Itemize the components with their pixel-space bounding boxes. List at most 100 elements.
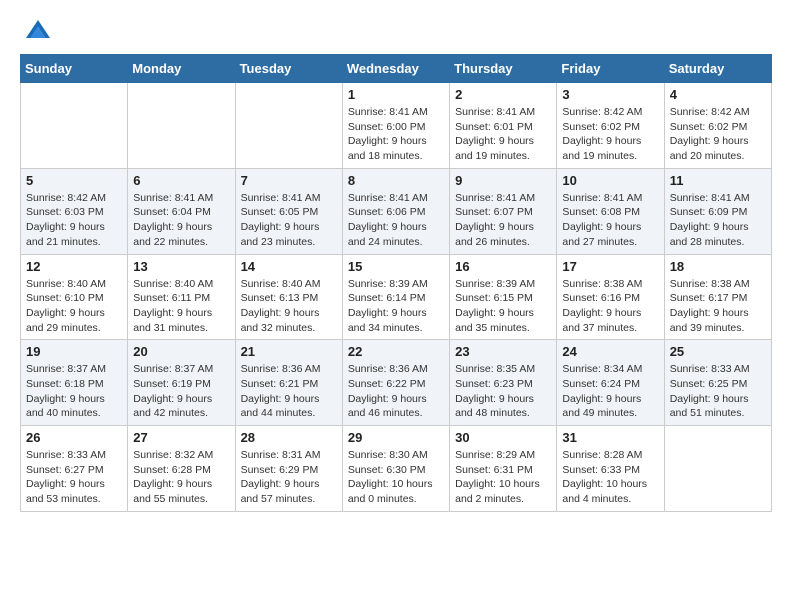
day-number: 16 xyxy=(455,259,551,274)
cell-text: Sunrise: 8:41 AM Sunset: 6:07 PM Dayligh… xyxy=(455,191,551,250)
cell-text: Sunrise: 8:41 AM Sunset: 6:08 PM Dayligh… xyxy=(562,191,658,250)
cell-text: Sunrise: 8:41 AM Sunset: 6:09 PM Dayligh… xyxy=(670,191,766,250)
day-number: 22 xyxy=(348,344,444,359)
day-number: 28 xyxy=(241,430,337,445)
day-number: 19 xyxy=(26,344,122,359)
calendar-cell: 21 Sunrise: 8:36 AM Sunset: 6:21 PM Dayli… xyxy=(235,340,342,426)
day-number: 14 xyxy=(241,259,337,274)
calendar-cell: 9 Sunrise: 8:41 AM Sunset: 6:07 PM Daylig… xyxy=(450,168,557,254)
calendar-cell: 6 Sunrise: 8:41 AM Sunset: 6:04 PM Daylig… xyxy=(128,168,235,254)
calendar-cell: 26Sunrise: 8:33 AM Sunset: 6:27 PM Dayli… xyxy=(21,426,128,512)
day-number: 17 xyxy=(562,259,658,274)
day-number: 21 xyxy=(241,344,337,359)
cell-text: Sunrise: 8:29 AM Sunset: 6:31 PM Dayligh… xyxy=(455,448,551,507)
cell-text: Sunrise: 8:39 AM Sunset: 6:15 PM Dayligh… xyxy=(455,277,551,336)
calendar-cell xyxy=(128,83,235,169)
calendar-cell: 7Sunrise: 8:41 AM Sunset: 6:05 PM Daylig… xyxy=(235,168,342,254)
calendar-cell: 31 Sunrise: 8:28 AM Sunset: 6:33 PM Dayli… xyxy=(557,426,664,512)
cell-text: Sunrise: 8:36 AM Sunset: 6:21 PM Dayligh… xyxy=(241,362,337,421)
day-number: 13 xyxy=(133,259,229,274)
calendar-cell: 18 Sunrise: 8:38 AM Sunset: 6:17 PM Dayli… xyxy=(664,254,771,340)
day-number: 23 xyxy=(455,344,551,359)
cell-text: Sunrise: 8:31 AM Sunset: 6:29 PM Dayligh… xyxy=(241,448,337,507)
weekday-header-thursday: Thursday xyxy=(450,55,557,83)
calendar-cell: 3 Sunrise: 8:42 AM Sunset: 6:02 PM Daylig… xyxy=(557,83,664,169)
logo-icon xyxy=(24,16,52,44)
calendar-cell xyxy=(664,426,771,512)
day-number: 1 xyxy=(348,87,444,102)
calendar-cell: 12Sunrise: 8:40 AM Sunset: 6:10 PM Dayli… xyxy=(21,254,128,340)
day-number: 5 xyxy=(26,173,122,188)
day-number: 3 xyxy=(562,87,658,102)
day-number: 20 xyxy=(133,344,229,359)
calendar-cell: 19Sunrise: 8:37 AM Sunset: 6:18 PM Dayli… xyxy=(21,340,128,426)
header-area xyxy=(20,16,772,44)
weekday-header-monday: Monday xyxy=(128,55,235,83)
cell-text: Sunrise: 8:36 AM Sunset: 6:22 PM Dayligh… xyxy=(348,362,444,421)
day-number: 10 xyxy=(562,173,658,188)
calendar-table: SundayMondayTuesdayWednesdayThursdayFrid… xyxy=(20,54,772,512)
calendar-cell: 4 Sunrise: 8:42 AM Sunset: 6:02 PM Daylig… xyxy=(664,83,771,169)
cell-text: Sunrise: 8:38 AM Sunset: 6:16 PM Dayligh… xyxy=(562,277,658,336)
cell-text: Sunrise: 8:41 AM Sunset: 6:01 PM Dayligh… xyxy=(455,105,551,164)
cell-text: Sunrise: 8:28 AM Sunset: 6:33 PM Dayligh… xyxy=(562,448,658,507)
cell-text: Sunrise: 8:41 AM Sunset: 6:06 PM Dayligh… xyxy=(348,191,444,250)
day-number: 31 xyxy=(562,430,658,445)
day-number: 6 xyxy=(133,173,229,188)
day-number: 27 xyxy=(133,430,229,445)
calendar-cell: 24Sunrise: 8:34 AM Sunset: 6:24 PM Dayli… xyxy=(557,340,664,426)
day-number: 4 xyxy=(670,87,766,102)
week-row-5: 26Sunrise: 8:33 AM Sunset: 6:27 PM Dayli… xyxy=(21,426,772,512)
cell-text: Sunrise: 8:42 AM Sunset: 6:03 PM Dayligh… xyxy=(26,191,122,250)
calendar-cell: 27 Sunrise: 8:32 AM Sunset: 6:28 PM Dayli… xyxy=(128,426,235,512)
day-number: 2 xyxy=(455,87,551,102)
day-number: 24 xyxy=(562,344,658,359)
cell-text: Sunrise: 8:42 AM Sunset: 6:02 PM Dayligh… xyxy=(562,105,658,164)
cell-text: Sunrise: 8:39 AM Sunset: 6:14 PM Dayligh… xyxy=(348,277,444,336)
calendar-cell: 11 Sunrise: 8:41 AM Sunset: 6:09 PM Dayli… xyxy=(664,168,771,254)
calendar-cell: 16 Sunrise: 8:39 AM Sunset: 6:15 PM Dayli… xyxy=(450,254,557,340)
cell-text: Sunrise: 8:37 AM Sunset: 6:19 PM Dayligh… xyxy=(133,362,229,421)
page: SundayMondayTuesdayWednesdayThursdayFrid… xyxy=(0,0,792,528)
cell-text: Sunrise: 8:41 AM Sunset: 6:00 PM Dayligh… xyxy=(348,105,444,164)
calendar-cell xyxy=(21,83,128,169)
day-number: 15 xyxy=(348,259,444,274)
cell-text: Sunrise: 8:40 AM Sunset: 6:10 PM Dayligh… xyxy=(26,277,122,336)
weekday-header-saturday: Saturday xyxy=(664,55,771,83)
day-number: 8 xyxy=(348,173,444,188)
cell-text: Sunrise: 8:40 AM Sunset: 6:13 PM Dayligh… xyxy=(241,277,337,336)
weekday-header-friday: Friday xyxy=(557,55,664,83)
day-number: 29 xyxy=(348,430,444,445)
cell-text: Sunrise: 8:42 AM Sunset: 6:02 PM Dayligh… xyxy=(670,105,766,164)
calendar-cell: 13 Sunrise: 8:40 AM Sunset: 6:11 PM Dayli… xyxy=(128,254,235,340)
day-number: 7 xyxy=(241,173,337,188)
calendar-cell: 25Sunrise: 8:33 AM Sunset: 6:25 PM Dayli… xyxy=(664,340,771,426)
day-number: 30 xyxy=(455,430,551,445)
cell-text: Sunrise: 8:33 AM Sunset: 6:25 PM Dayligh… xyxy=(670,362,766,421)
calendar-cell: 29 Sunrise: 8:30 AM Sunset: 6:30 PM Dayli… xyxy=(342,426,449,512)
cell-text: Sunrise: 8:33 AM Sunset: 6:27 PM Dayligh… xyxy=(26,448,122,507)
calendar-cell xyxy=(235,83,342,169)
cell-text: Sunrise: 8:30 AM Sunset: 6:30 PM Dayligh… xyxy=(348,448,444,507)
calendar-cell: 17 Sunrise: 8:38 AM Sunset: 6:16 PM Dayli… xyxy=(557,254,664,340)
week-row-1: 1 Sunrise: 8:41 AM Sunset: 6:00 PM Daylig… xyxy=(21,83,772,169)
cell-text: Sunrise: 8:41 AM Sunset: 6:04 PM Dayligh… xyxy=(133,191,229,250)
weekday-header-sunday: Sunday xyxy=(21,55,128,83)
calendar-cell: 30 Sunrise: 8:29 AM Sunset: 6:31 PM Dayli… xyxy=(450,426,557,512)
calendar-cell: 28 Sunrise: 8:31 AM Sunset: 6:29 PM Dayli… xyxy=(235,426,342,512)
weekday-header-tuesday: Tuesday xyxy=(235,55,342,83)
cell-text: Sunrise: 8:40 AM Sunset: 6:11 PM Dayligh… xyxy=(133,277,229,336)
calendar-cell: 8 Sunrise: 8:41 AM Sunset: 6:06 PM Daylig… xyxy=(342,168,449,254)
weekday-header-row: SundayMondayTuesdayWednesdayThursdayFrid… xyxy=(21,55,772,83)
week-row-4: 19Sunrise: 8:37 AM Sunset: 6:18 PM Dayli… xyxy=(21,340,772,426)
cell-text: Sunrise: 8:38 AM Sunset: 6:17 PM Dayligh… xyxy=(670,277,766,336)
day-number: 9 xyxy=(455,173,551,188)
calendar-cell: 14 Sunrise: 8:40 AM Sunset: 6:13 PM Dayli… xyxy=(235,254,342,340)
calendar-cell: 20 Sunrise: 8:37 AM Sunset: 6:19 PM Dayli… xyxy=(128,340,235,426)
calendar-cell: 5 Sunrise: 8:42 AM Sunset: 6:03 PM Daylig… xyxy=(21,168,128,254)
day-number: 11 xyxy=(670,173,766,188)
day-number: 18 xyxy=(670,259,766,274)
cell-text: Sunrise: 8:32 AM Sunset: 6:28 PM Dayligh… xyxy=(133,448,229,507)
calendar-cell: 1 Sunrise: 8:41 AM Sunset: 6:00 PM Daylig… xyxy=(342,83,449,169)
week-row-3: 12Sunrise: 8:40 AM Sunset: 6:10 PM Dayli… xyxy=(21,254,772,340)
